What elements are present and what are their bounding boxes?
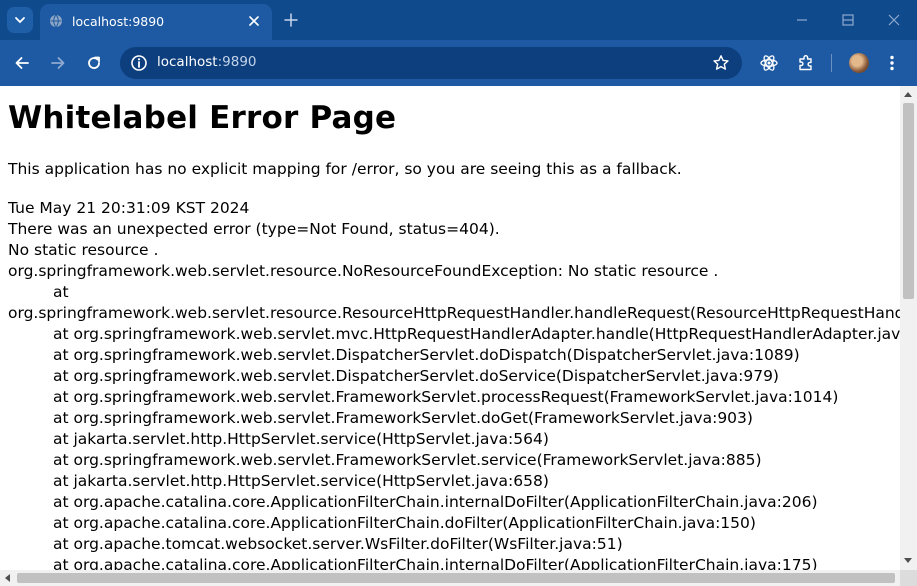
vertical-scrollbar[interactable]	[900, 86, 917, 570]
stack-trace-line: at org.apache.catalina.core.ApplicationF…	[53, 493, 818, 511]
address-text[interactable]: localhost:9890	[157, 54, 257, 70]
atom-icon[interactable]	[759, 53, 779, 73]
minimize-window-icon[interactable]	[792, 10, 812, 30]
arrow-right-icon	[51, 57, 65, 69]
kebab-menu-icon[interactable]	[882, 53, 902, 73]
info-icon[interactable]	[128, 52, 150, 74]
active-tab[interactable]: localhost:9890	[40, 4, 272, 40]
page-title: Whitelabel Error Page	[8, 100, 397, 136]
forward-button[interactable]	[46, 51, 70, 75]
stack-trace-line: at org.apache.tomcat.websocket.server.Ws…	[53, 535, 623, 553]
arrow-left-icon	[15, 57, 29, 69]
stack-trace-line: at org.springframework.web.servlet.Dispa…	[53, 346, 800, 364]
toolbar-divider	[831, 54, 832, 72]
stack-trace-line: at jakarta.servlet.http.HttpServlet.serv…	[53, 430, 549, 448]
stack-trace-line: at org.apache.catalina.core.ApplicationF…	[53, 514, 756, 532]
vertical-scroll-thumb[interactable]	[903, 103, 914, 299]
address-bar[interactable]: localhost:9890	[120, 47, 742, 79]
address-host: localhost	[157, 54, 218, 70]
stack-trace-at: at	[53, 283, 69, 301]
stack-trace-line: at org.springframework.web.servlet.Frame…	[53, 388, 839, 406]
tab-title: localhost:9890	[72, 14, 165, 29]
stack-trace-line: at org.springframework.web.servlet.Frame…	[53, 409, 753, 427]
stack-trace-line: at org.springframework.web.servlet.mvc.H…	[53, 325, 900, 343]
reload-button[interactable]	[82, 51, 106, 75]
error-timestamp: Tue May 21 20:31:09 KST 2024	[8, 199, 250, 217]
puzzle-icon[interactable]	[796, 53, 816, 73]
scrollbar-corner	[900, 570, 917, 586]
stack-trace-line: at org.springframework.web.servlet.Frame…	[53, 451, 762, 469]
scroll-up-arrow-icon[interactable]	[904, 92, 912, 97]
back-button[interactable]	[10, 51, 34, 75]
error-summary: There was an unexpected error (type=Not …	[8, 220, 500, 238]
stack-trace-line: org.springframework.web.servlet.resource…	[8, 304, 900, 322]
page-viewport: Whitelabel Error Page This application h…	[0, 86, 900, 570]
horizontal-scroll-thumb[interactable]	[17, 573, 895, 583]
browser-toolbar: localhost:9890	[0, 40, 917, 86]
fallback-message: This application has no explicit mapping…	[8, 160, 682, 178]
close-icon[interactable]	[246, 13, 262, 29]
exception-line: org.springframework.web.servlet.resource…	[8, 262, 719, 280]
tab-search-button[interactable]	[7, 7, 33, 33]
tab-strip: localhost:9890	[0, 0, 917, 40]
stack-trace-line: at org.apache.catalina.core.ApplicationF…	[53, 556, 818, 570]
close-window-icon[interactable]	[884, 10, 904, 30]
globe-icon	[50, 14, 62, 28]
avatar[interactable]	[849, 53, 869, 73]
horizontal-scrollbar[interactable]	[0, 570, 900, 586]
reload-icon	[88, 56, 100, 69]
stack-trace-line: at org.springframework.web.servlet.Dispa…	[53, 367, 779, 385]
chevron-down-icon	[15, 17, 25, 24]
scroll-left-arrow-icon[interactable]	[5, 574, 10, 582]
maximize-window-icon[interactable]	[838, 10, 858, 30]
stack-trace-line: at jakarta.servlet.http.HttpServlet.serv…	[53, 472, 549, 490]
error-message: No static resource .	[8, 241, 159, 259]
address-port: :9890	[217, 54, 257, 70]
star-icon[interactable]	[712, 54, 730, 72]
scroll-down-arrow-icon[interactable]	[904, 558, 912, 563]
plus-icon[interactable]	[282, 11, 300, 29]
error-details: Tue May 21 20:31:09 KST 2024 There was a…	[8, 198, 900, 570]
